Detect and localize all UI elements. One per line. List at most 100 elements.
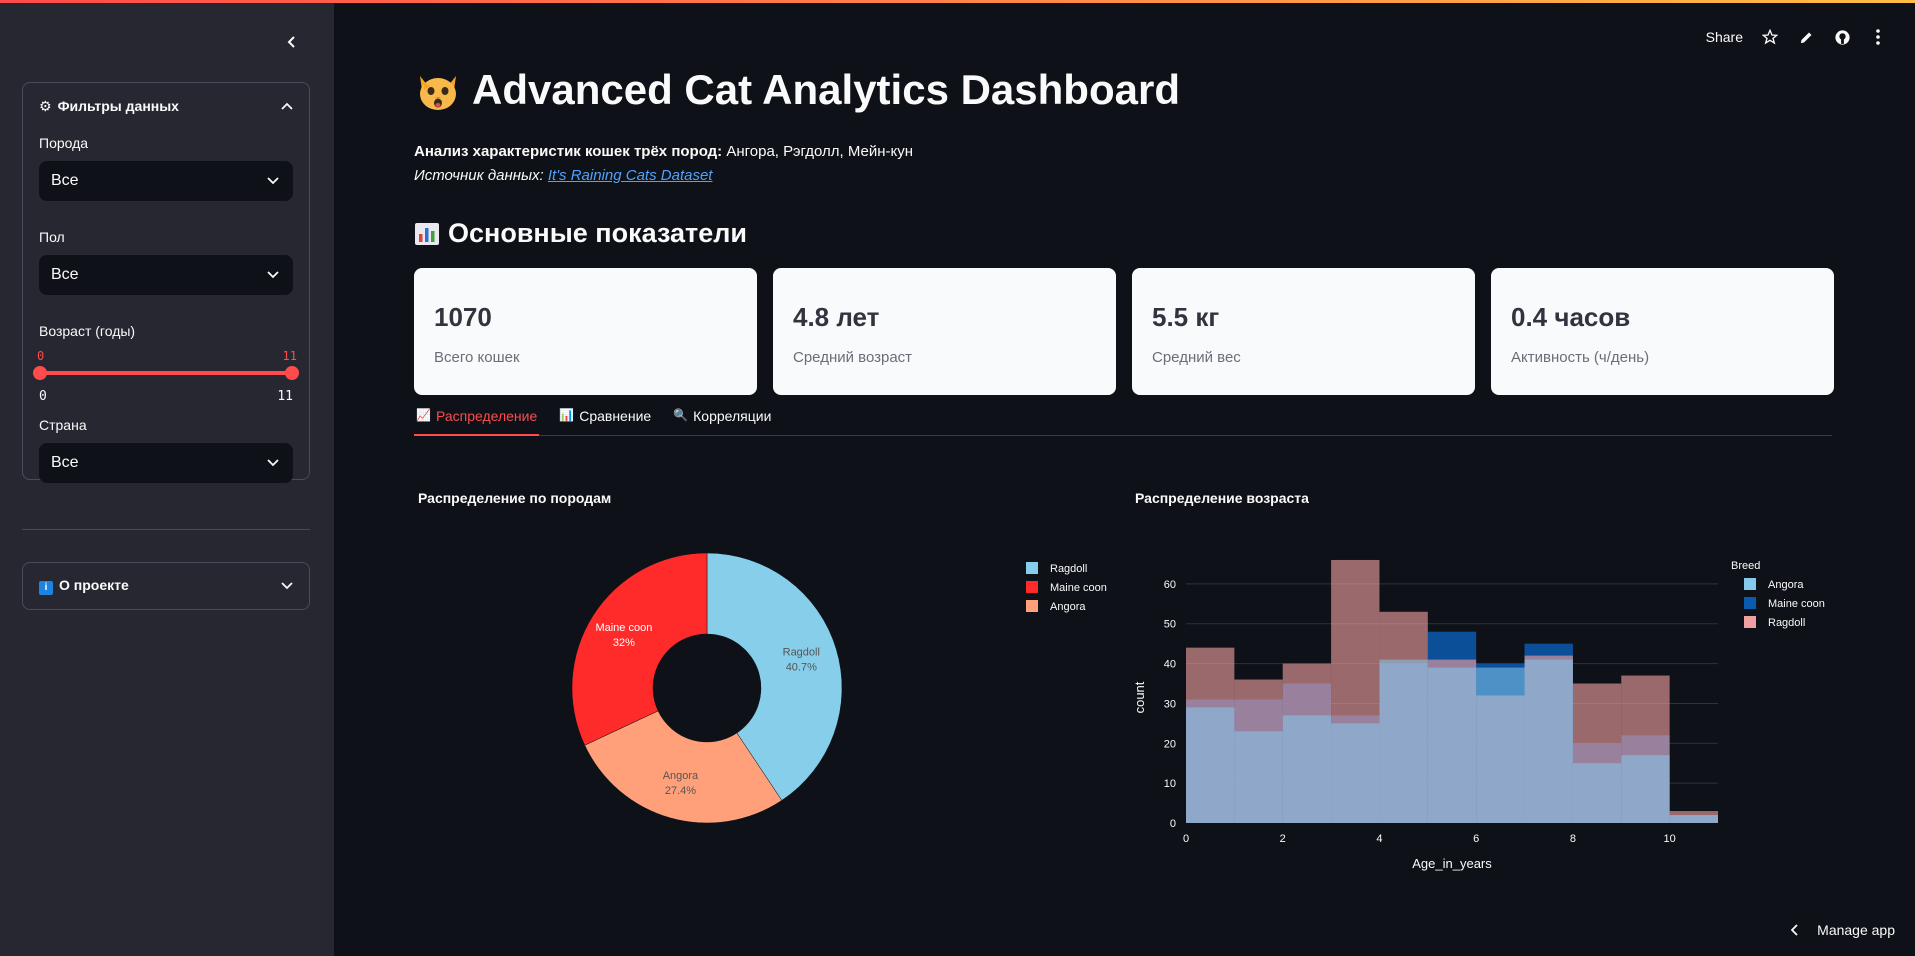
x-tick-label: 6 — [1473, 833, 1479, 845]
tab-bar: 📈 Распределение 📊 Сравнение 🔍 Корреляции — [414, 402, 1832, 436]
page-title-text: Advanced Cat Analytics Dashboard — [472, 66, 1180, 113]
legend-entry: Angora — [1768, 579, 1804, 591]
sex-label: Пол — [39, 229, 65, 245]
hist-bar-angora — [1621, 755, 1670, 823]
country-select-value: Все — [51, 454, 79, 471]
country-label: Страна — [39, 417, 87, 433]
hist-bar-angora — [1476, 667, 1525, 823]
hist-bar-angora — [1524, 659, 1573, 823]
breed-select-value: Все — [51, 172, 79, 189]
hist-chart-title: Распределение возраста — [1135, 490, 1309, 506]
legend-swatch — [1744, 616, 1756, 628]
about-expander[interactable]: i О проекте — [22, 562, 310, 610]
filters-title: Фильтры данных — [57, 98, 179, 114]
legend-swatch — [1026, 600, 1038, 612]
y-axis-label: count — [1132, 681, 1147, 713]
hist-bar-angora — [1331, 723, 1380, 823]
github-icon[interactable] — [1833, 28, 1851, 46]
filters-expander-header[interactable]: ⚙ Фильтры данных — [23, 83, 309, 129]
sex-select[interactable]: Все — [39, 255, 293, 295]
source-link[interactable]: It's Raining Cats Dataset — [548, 167, 713, 184]
tab-correlations[interactable]: 🔍 Корреляции — [671, 402, 773, 436]
sidebar-divider — [22, 529, 310, 530]
more-vertical-icon[interactable] — [1869, 28, 1887, 46]
age-slider-tick-min: 0 — [39, 389, 47, 404]
age-slider-tick-max: 11 — [277, 389, 293, 404]
metric-value: 1070 — [434, 302, 492, 332]
y-tick-label: 50 — [1164, 619, 1176, 631]
legend-entry: Angora — [1050, 601, 1086, 613]
country-select[interactable]: Все — [39, 443, 293, 483]
y-tick-label: 30 — [1164, 698, 1176, 710]
metric-label: Активность (ч/день) — [1511, 349, 1650, 366]
legend-swatch — [1744, 578, 1756, 590]
breed-label: Порода — [39, 135, 89, 151]
age-slider-max-value: 11 — [282, 349, 297, 363]
metric-card: 5.5 кг Средний вес — [1132, 268, 1475, 395]
metric-card: 0.4 часов Активность (ч/день) — [1491, 268, 1834, 395]
legend-entry: Ragdoll — [1768, 617, 1805, 629]
about-label: О проекте — [59, 577, 129, 593]
metrics-row: 1070 Всего кошек 4.8 лет Средний возраст… — [414, 268, 1834, 395]
age-slider-max-handle[interactable] — [285, 366, 299, 380]
x-tick-label: 4 — [1376, 833, 1382, 845]
header-toolbar: Share — [1706, 28, 1887, 46]
chart-increasing-icon: 📈 — [416, 408, 431, 422]
pie-slice-value: 27.4% — [665, 785, 696, 797]
y-tick-label: 0 — [1170, 818, 1176, 830]
pencil-icon[interactable] — [1797, 28, 1815, 46]
pie-slice-label: Maine coon — [595, 622, 652, 634]
age-slider-min-handle[interactable] — [33, 366, 47, 380]
top-decoration-bar — [0, 0, 1915, 3]
age-label: Возраст (годы) — [39, 323, 136, 339]
legend-entry: Ragdoll — [1050, 563, 1087, 575]
collapse-sidebar-button[interactable] — [280, 30, 304, 54]
hist-bar-angora — [1669, 815, 1718, 823]
filters-expander: ⚙ Фильтры данных Порода Все Пол Все Возр… — [22, 82, 310, 483]
tab-comparison[interactable]: 📊 Сравнение — [557, 402, 653, 436]
x-tick-label: 0 — [1183, 833, 1189, 845]
chevron-left-icon — [1791, 924, 1798, 936]
hist-bar-angora — [1379, 659, 1428, 823]
hist-bar-angora — [1234, 731, 1283, 823]
age-slider-track — [39, 371, 293, 375]
star-icon[interactable] — [1761, 28, 1779, 46]
chevron-left-icon — [287, 36, 295, 48]
pie-slice-value: 40.7% — [786, 662, 817, 674]
metric-card: 4.8 лет Средний возраст — [773, 268, 1116, 395]
legend-entry: Maine coon — [1768, 598, 1825, 610]
chevron-up-icon — [281, 102, 293, 110]
x-tick-label: 2 — [1280, 833, 1286, 845]
bar-chart-icon — [415, 222, 439, 245]
pie-slice-label: Angora — [663, 770, 699, 782]
bar-chart-icon: 📊 — [559, 408, 575, 422]
chevron-down-icon — [265, 173, 281, 189]
metric-label: Всего кошек — [434, 349, 520, 366]
sidebar: ⚙ Фильтры данных Порода Все Пол Все Возр… — [0, 0, 334, 956]
section-title-text: Основные показатели — [448, 218, 748, 248]
data-source: Источник данных: It's Raining Cats Datas… — [414, 167, 713, 184]
page-title: Advanced Cat Analytics Dashboard — [414, 66, 1180, 114]
age-range-slider[interactable]: 0 11 0 11 — [33, 343, 299, 405]
hist-bar-angora — [1572, 763, 1622, 823]
age-slider-min-value: 0 — [37, 349, 45, 363]
age-histogram-chart: 0 10 20 30 40 50 60 0 2 4 6 8 10 Age_in_years count Bre… — [1132, 559, 1825, 871]
breed-select[interactable]: Все — [39, 161, 293, 201]
pie-slice-value: 32% — [613, 637, 635, 649]
subtitle: Анализ характеристик кошек трёх пород: А… — [414, 143, 914, 160]
chevron-down-icon — [265, 267, 281, 283]
metric-value: 5.5 кг — [1152, 302, 1220, 332]
x-axis-label: Age_in_years — [1412, 856, 1492, 871]
pie-slice-label: Ragdoll — [783, 647, 820, 659]
legend-entry: Maine coon — [1050, 582, 1107, 594]
metric-value: 0.4 часов — [1511, 302, 1631, 332]
chevron-down-icon — [281, 582, 293, 590]
hist-bar-angora — [1186, 707, 1235, 823]
tab-distribution[interactable]: 📈 Распределение — [414, 402, 540, 436]
metric-value: 4.8 лет — [793, 302, 880, 332]
y-tick-label: 20 — [1164, 738, 1176, 750]
share-button[interactable]: Share — [1706, 29, 1743, 45]
breed-donut-chart: Ragdoll 40.7% Angora 27.4% Maine coon 32% Ragd… — [571, 552, 1107, 824]
legend-title: Breed — [1731, 560, 1760, 572]
manage-app-button[interactable]: Manage app — [1791, 922, 1895, 938]
